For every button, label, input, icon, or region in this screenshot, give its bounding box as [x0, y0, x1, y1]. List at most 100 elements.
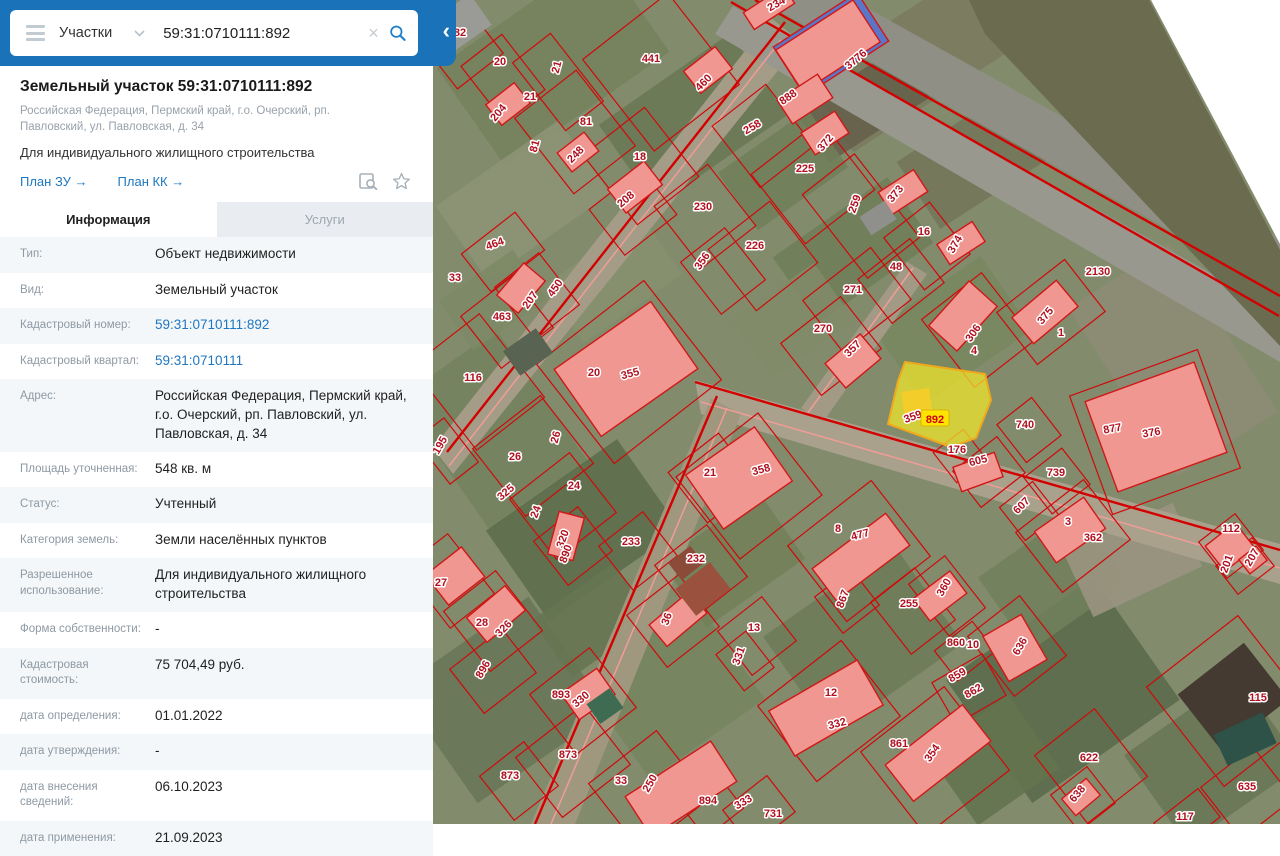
map-parcel-label: 24 [568, 480, 581, 492]
map-parcel-label: 112 [1222, 523, 1240, 535]
info-row: Категория земель:Земли населённых пункто… [0, 523, 433, 559]
clear-search-icon[interactable]: × [368, 23, 379, 44]
map-parcel-label: 18 [634, 151, 646, 163]
info-row-label: Вид: [0, 273, 155, 309]
map-parcel-label: 873 [559, 749, 577, 761]
info-row: Кадастровый номер:59:31:0710111:892 [0, 308, 433, 344]
map-parcel-label: 362 [1084, 532, 1102, 544]
info-row: Вид:Земельный участок [0, 273, 433, 309]
map-parcel-label: 21 [704, 467, 716, 479]
map-parcel-label: 21 [524, 91, 536, 103]
info-row-label: дата утверждения: [0, 734, 155, 770]
map-parcel-label: 873 [501, 770, 519, 782]
info-row-value: Для индивидуального жилищного строительс… [155, 558, 433, 612]
info-row-label: Статус: [0, 487, 155, 523]
info-row-label: Площадь уточненная: [0, 452, 155, 488]
map-parcel-label: 13 [748, 622, 760, 634]
info-row: Разрешенное использование:Для индивидуал… [0, 558, 433, 612]
map-parcel-label: 4 [971, 345, 978, 357]
menu-icon[interactable] [26, 25, 45, 41]
info-row-value: 75 704,49 руб. [155, 648, 433, 683]
favorite-star-icon[interactable] [392, 172, 411, 190]
map-parcel-label: 28 [476, 617, 488, 629]
parcel-info-panel: Земельный участок 59:31:0710111:892 Росс… [0, 66, 433, 824]
map-parcel-label: 270 [814, 323, 832, 335]
map-parcel-label: 226 [746, 240, 764, 252]
map-parcel-label: 894 [699, 795, 718, 807]
map-parcel-label: 333 [733, 793, 755, 813]
map-parcel-label: 232 [687, 553, 705, 565]
map-parcel-label: 16 [918, 226, 930, 238]
info-row-label: Форма собственности: [0, 612, 155, 648]
chevron-down-icon [134, 30, 145, 37]
search-input[interactable] [161, 24, 364, 43]
map-parcel-label: 233 [622, 536, 640, 548]
map-parcel-label: 33 [449, 272, 461, 284]
info-row-value: - [155, 734, 433, 769]
info-row: дата внесения сведений:06.10.2023 [0, 770, 433, 821]
info-row: Площадь уточненная:548 кв. м [0, 452, 433, 488]
map-parcel-label: 176 [948, 444, 966, 456]
map-parcel-label: 48 [890, 261, 902, 273]
info-row-label: дата внесения сведений: [0, 770, 155, 821]
info-row-label: Адрес: [0, 379, 155, 415]
map-parcel-label: 117 [1176, 811, 1194, 823]
info-row-value: 01.01.2022 [155, 699, 433, 734]
info-row-label: Разрешенное использование: [0, 558, 155, 609]
map-parcel-label: 1 [1058, 327, 1064, 339]
cadastral-map[interactable]: 8220214414602120481812481820823046435623… [433, 0, 1280, 824]
info-row-value: 21.09.2023 [155, 821, 433, 856]
map-parcel-label: 441 [642, 53, 660, 65]
info-row-value: Учтенный [155, 487, 433, 522]
info-row: дата применения:21.09.2023 [0, 821, 433, 856]
info-table: Тип:Объект недвижимостиВид:Земельный уча… [0, 237, 433, 856]
info-row: Статус:Учтенный [0, 487, 433, 523]
preview-document-icon[interactable] [359, 173, 378, 190]
map-parcel-label: 225 [796, 163, 814, 175]
search-bar-panel: Участки × ‹ [0, 0, 456, 66]
map-parcel-label: 33 [615, 775, 627, 787]
map-canvas[interactable]: 8220214414602120481812481820823046435623… [433, 0, 1280, 824]
map-parcel-label: 860 [947, 637, 965, 649]
map-parcel-label: 622 [1080, 752, 1098, 764]
map-parcel-label: 12 [825, 687, 837, 699]
info-row: Адрес:Российская Федерация, Пермский кра… [0, 379, 433, 452]
map-parcel-label: 2130 [1086, 266, 1110, 278]
map-parcel-label: 739 [1047, 467, 1065, 479]
plan-zu-link[interactable]: План ЗУ → [20, 174, 88, 189]
search-icon[interactable] [389, 23, 406, 43]
plan-kk-link[interactable]: План КК → [118, 174, 185, 189]
info-row-value-link[interactable]: 59:31:0710111:892 [155, 308, 433, 343]
info-row-value: Земельный участок [155, 273, 433, 308]
info-row-value: Российская Федерация, Пермский край, г.о… [155, 379, 433, 452]
map-parcel-label: 81 [580, 116, 592, 128]
map-parcel-label: 271 [844, 284, 862, 296]
map-parcel-label: 463 [493, 311, 511, 323]
info-row: Кадастровая стоимость:75 704,49 руб. [0, 648, 433, 699]
info-row-value: 06.10.2023 [155, 770, 433, 805]
building-footprint[interactable] [433, 547, 485, 605]
info-row-label: Категория земель: [0, 523, 155, 559]
map-parcel-label: 20 [494, 56, 506, 68]
map-parcel-label: 893 [552, 689, 570, 701]
map-parcel-label: 116 [464, 372, 482, 384]
search-category-label: Участки [59, 25, 112, 41]
search-box: Участки × [10, 10, 418, 56]
map-parcel-label: 331 [730, 645, 748, 666]
info-row-label: Кадастровая стоимость: [0, 648, 155, 699]
info-row-label: дата применения: [0, 821, 155, 856]
tab-information[interactable]: Информация [0, 202, 217, 237]
map-parcel-label: 115 [1249, 692, 1267, 704]
info-row-label: Тип: [0, 237, 155, 273]
info-row-label: Кадастровый номер: [0, 308, 155, 344]
tab-services[interactable]: Услуги [217, 202, 434, 237]
search-category-dropdown[interactable]: Участки [59, 25, 145, 41]
map-parcel-label: 635 [1238, 781, 1256, 793]
info-row-label: дата определения: [0, 699, 155, 735]
map-parcel-label: 731 [764, 808, 782, 820]
info-row: Кадастровый квартал:59:31:0710111 [0, 344, 433, 380]
collapse-panel-icon[interactable]: ‹ [443, 20, 450, 42]
info-row: Форма собственности:- [0, 612, 433, 648]
parcel-address-subtitle: Российская Федерация, Пермский край, г.о… [20, 103, 392, 135]
info-row-value-link[interactable]: 59:31:0710111 [155, 344, 433, 379]
